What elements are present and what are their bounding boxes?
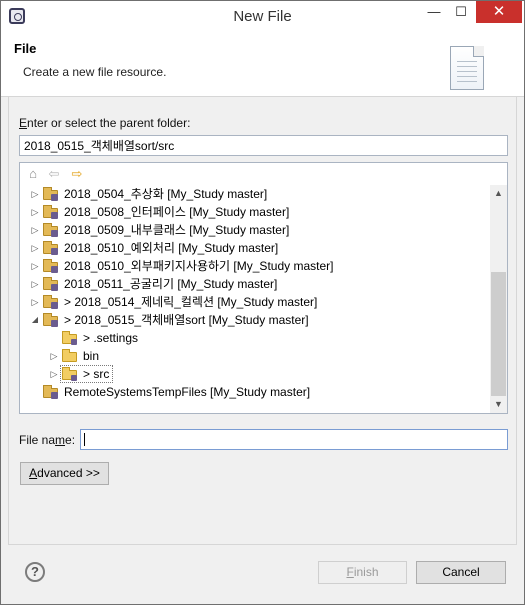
finish-button[interactable]: Finish (318, 561, 407, 584)
scrollbar-thumb[interactable] (491, 272, 506, 396)
wizard-header: File Create a new file resource. (1, 31, 524, 97)
tree-item-project[interactable]: ▷ 2018_0509_내부클래스 [My_Study master] (20, 221, 490, 239)
expand-arrow-icon[interactable]: ▷ (30, 221, 40, 239)
parent-folder-label: Enter or select the parent folder: (19, 116, 191, 130)
expand-arrow-icon[interactable]: ▷ (30, 275, 40, 293)
home-icon[interactable]: ⌂ (26, 167, 40, 181)
folder-tree[interactable]: ⌂ ⇦ ⇨ ▷ 2018_0504_추상화 [My_Study master] … (19, 162, 508, 414)
collapse-arrow-icon[interactable]: ◢ (30, 311, 40, 329)
tree-item-folder-selected[interactable]: ▷ > src (20, 365, 490, 383)
back-arrow-icon[interactable]: ⇦ (47, 167, 61, 181)
tree-item-folder[interactable]: > .settings (20, 329, 490, 347)
file-name-label: File name: (19, 433, 76, 447)
tree-item-label: bin (83, 349, 100, 363)
tree-item-project[interactable]: ▷ 2018_0504_추상화 [My_Study master] (20, 185, 490, 203)
content-right-border (516, 97, 517, 545)
tree-item-project[interactable]: ◢ > 2018_0515_객체배열sort [My_Study master] (20, 311, 490, 329)
file-name-input[interactable] (80, 429, 508, 450)
minimize-button[interactable]: — (421, 1, 447, 23)
expand-arrow-icon[interactable]: ▷ (49, 365, 59, 383)
tree-item-label: 2018_0509_내부클래스 [My_Study master] (64, 223, 290, 237)
expand-arrow-icon[interactable]: ▷ (30, 293, 40, 311)
folder-icon (62, 331, 78, 345)
project-folder-icon (43, 187, 59, 201)
help-icon[interactable]: ? (25, 562, 45, 582)
tree-item-project[interactable]: ▷ 2018_0511_공굴리기 [My_Study master] (20, 275, 490, 293)
expand-arrow-icon[interactable]: ▷ (30, 185, 40, 203)
expand-arrow-icon[interactable]: ▷ (49, 347, 59, 365)
tree-item-label: 2018_0508_인터페이스 [My_Study master] (64, 205, 290, 219)
tree-item-label: 2018_0511_공굴리기 [My_Study master] (64, 277, 278, 291)
tree-item-project[interactable]: ▷ 2018_0510_예외처리 [My_Study master] (20, 239, 490, 257)
project-folder-icon (43, 313, 59, 327)
expand-arrow-icon[interactable]: ▷ (30, 257, 40, 275)
forward-arrow-icon[interactable]: ⇨ (70, 167, 84, 181)
cancel-button[interactable]: Cancel (416, 561, 506, 584)
project-folder-icon (43, 223, 59, 237)
tree-item-folder[interactable]: ▷ bin (20, 347, 490, 365)
folder-icon (62, 367, 78, 381)
project-folder-icon (43, 205, 59, 219)
tree-item-project[interactable]: ▷ 2018_0508_인터페이스 [My_Study master] (20, 203, 490, 221)
tree-item-label: 2018_0510_예외처리 [My_Study master] (64, 241, 279, 255)
scroll-down-icon[interactable]: ▼ (490, 396, 507, 413)
new-file-dialog: New File — ☐ ✕ File Create a new file re… (0, 0, 525, 605)
tree-item-project[interactable]: RemoteSystemsTempFiles [My_Study master] (20, 383, 490, 401)
advanced-button[interactable]: Advanced >> (20, 462, 109, 485)
tree-toolbar: ⌂ ⇦ ⇨ (20, 163, 490, 185)
title-bar: New File — ☐ ✕ (1, 1, 524, 31)
project-folder-icon (43, 295, 59, 309)
text-caret (84, 433, 85, 446)
tree-item-project[interactable]: ▷ > 2018_0514_제네릭_컬렉션 [My_Study master] (20, 293, 490, 311)
expand-arrow-icon[interactable]: ▷ (30, 203, 40, 221)
project-folder-icon (43, 385, 59, 399)
tree-item-label: > .settings (83, 331, 139, 345)
folder-icon (62, 349, 78, 362)
expand-arrow-icon[interactable]: ▷ (30, 239, 40, 257)
project-folder-icon (43, 241, 59, 255)
button-bar-divider (9, 544, 516, 545)
maximize-button[interactable]: ☐ (448, 1, 474, 23)
tree-item-label: > src (83, 367, 110, 381)
tree-vertical-scrollbar[interactable]: ▲ ▼ (490, 185, 507, 413)
new-file-wizard-icon (450, 46, 484, 90)
wizard-title: File (14, 41, 37, 56)
close-button[interactable]: ✕ (476, 1, 522, 23)
tree-item-label: > 2018_0515_객체배열sort [My_Study master] (64, 313, 309, 327)
scroll-up-icon[interactable]: ▲ (490, 185, 507, 202)
project-folder-icon (43, 259, 59, 273)
tree-item-project[interactable]: ▷ 2018_0510_외부패키지사용하기 [My_Study master] (20, 257, 490, 275)
content-left-border (8, 97, 9, 545)
parent-folder-input[interactable] (19, 135, 508, 156)
tree-item-label: RemoteSystemsTempFiles [My_Study master] (64, 385, 311, 399)
tree-item-label: 2018_0504_추상화 [My_Study master] (64, 187, 268, 201)
tree-item-label: 2018_0510_외부패키지사용하기 [My_Study master] (64, 259, 334, 273)
project-folder-icon (43, 277, 59, 291)
tree-item-label: > 2018_0514_제네릭_컬렉션 [My_Study master] (64, 295, 318, 309)
wizard-description: Create a new file resource. (23, 65, 167, 79)
